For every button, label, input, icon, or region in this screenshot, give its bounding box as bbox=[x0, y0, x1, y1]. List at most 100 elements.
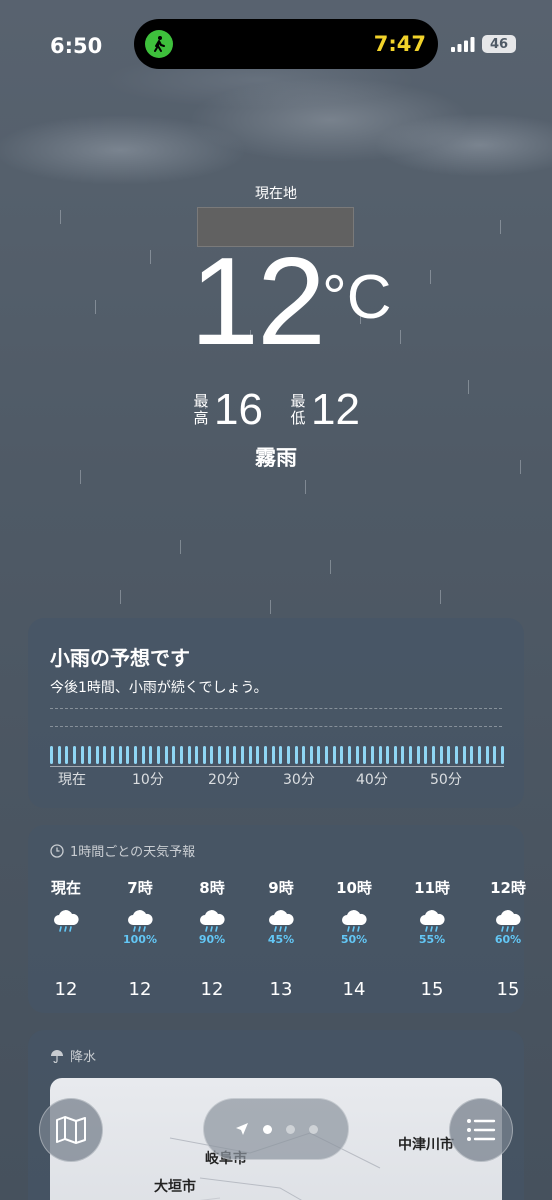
precip-bar bbox=[485, 746, 489, 764]
precip-bar bbox=[172, 746, 176, 764]
hour-time: 現在 bbox=[50, 879, 81, 897]
location-pager[interactable] bbox=[203, 1098, 349, 1160]
precip-bar bbox=[454, 746, 458, 764]
precip-bar bbox=[347, 746, 351, 764]
umbrella-icon bbox=[51, 1049, 63, 1063]
weather-condition: 霧雨 bbox=[255, 446, 297, 470]
precip-card-subtitle: 今後1時間、小雨が続くでしょう。 bbox=[50, 680, 268, 696]
hour-time: 9時 bbox=[268, 879, 294, 897]
hour-time: 7時 bbox=[127, 879, 153, 897]
precip-bar bbox=[477, 746, 481, 764]
rain-streak bbox=[500, 220, 501, 234]
rain-streak bbox=[430, 270, 431, 284]
precip-bar bbox=[248, 746, 252, 764]
rain-cloud-icon bbox=[496, 910, 521, 932]
hour-column: 7時 100% 12 bbox=[110, 877, 170, 1000]
rain-cloud-icon bbox=[420, 910, 445, 932]
axis-label-10: 10分 bbox=[132, 772, 164, 788]
list-icon bbox=[467, 1119, 496, 1141]
hour-column: 12時 60% 15 bbox=[478, 877, 538, 1000]
hour-weather: 60% bbox=[478, 910, 538, 946]
precip-bar bbox=[187, 746, 191, 764]
precip-bar bbox=[439, 746, 443, 764]
precip-bar bbox=[302, 746, 306, 764]
precip-bar bbox=[340, 746, 344, 764]
precip-bar bbox=[401, 746, 405, 764]
walking-icon bbox=[145, 30, 173, 58]
rain-streak bbox=[180, 540, 181, 554]
map-label-ogaki: 大垣市 bbox=[154, 1179, 196, 1195]
precip-chance: 60% bbox=[494, 933, 522, 946]
temperature-unit: °C bbox=[322, 263, 392, 332]
hourly-forecast-card[interactable]: 1時間ごとの天気予報 現在 12 7時 100% 12 8時 90% 12 9時 45% 13 10時… bbox=[28, 825, 526, 1013]
precip-bar bbox=[57, 746, 61, 764]
precip-bar bbox=[332, 746, 336, 764]
axis-label-40: 40分 bbox=[356, 772, 388, 788]
precip-chance: 50% bbox=[340, 933, 368, 946]
precip-bar bbox=[233, 746, 237, 764]
chart-gridline bbox=[50, 708, 502, 709]
hour-temp: 12 bbox=[200, 979, 224, 1000]
rain-streak bbox=[305, 480, 306, 494]
hour-weather: 55% bbox=[402, 910, 462, 946]
page-dot[interactable] bbox=[285, 1124, 295, 1134]
hour-temp: 15 bbox=[420, 979, 444, 1000]
hour-time: 10時 bbox=[336, 879, 372, 897]
precip-bar bbox=[218, 746, 222, 764]
chart-gridline bbox=[50, 726, 502, 727]
map-label-nakatsugawa: 中津川市 bbox=[398, 1137, 454, 1153]
page-dot[interactable] bbox=[308, 1124, 318, 1134]
precip-bar bbox=[126, 746, 130, 764]
rain-streak bbox=[120, 590, 121, 604]
rain-streak bbox=[400, 330, 401, 344]
precip-card-title: 小雨の予想です bbox=[50, 646, 190, 670]
precip-bar bbox=[103, 746, 107, 764]
low-value: 12 bbox=[311, 385, 360, 434]
rain-streak bbox=[80, 470, 81, 484]
hour-column: 8時 90% 12 bbox=[182, 877, 242, 1000]
precip-bar bbox=[309, 746, 313, 764]
hourly-header-label: 1時間ごとの天気予報 bbox=[70, 845, 196, 860]
hour-time: 11時 bbox=[414, 879, 450, 897]
precip-bar bbox=[286, 746, 290, 764]
rain-cloud-icon bbox=[128, 910, 153, 932]
precip-bar bbox=[164, 746, 168, 764]
hour-temp: 12 bbox=[54, 979, 78, 1000]
precip-bar bbox=[294, 746, 298, 764]
dynamic-island[interactable]: 7:47 bbox=[134, 19, 438, 69]
low-temperature: 最低 12 bbox=[289, 385, 360, 435]
precip-bar bbox=[355, 746, 359, 764]
next-hour-precip-card[interactable]: 小雨の予想です 今後1時間、小雨が続くでしょう。 現在 10分 20分 30分 … bbox=[28, 618, 524, 808]
map-button[interactable] bbox=[39, 1098, 103, 1162]
rain-streak bbox=[330, 560, 331, 574]
hourly-header: 1時間ごとの天気予報 bbox=[50, 841, 195, 860]
precip-bar bbox=[134, 746, 138, 764]
hour-time: 12時 bbox=[490, 879, 526, 897]
precip-bar bbox=[149, 746, 153, 764]
precip-bar bbox=[386, 746, 390, 764]
hour-column: 10時 50% 14 bbox=[324, 877, 384, 1000]
precip-bar bbox=[80, 746, 84, 764]
hour-weather bbox=[36, 910, 96, 946]
precip-bar bbox=[370, 746, 374, 764]
precip-bar bbox=[325, 746, 329, 764]
hour-column: 11時 55% 15 bbox=[402, 877, 462, 1000]
low-label: 最低 bbox=[290, 392, 306, 427]
high-value: 16 bbox=[214, 385, 263, 434]
hour-column: 9時 45% 13 bbox=[251, 877, 311, 1000]
precip-bar bbox=[424, 746, 428, 764]
high-label: 最高 bbox=[193, 392, 209, 427]
hour-weather: 100% bbox=[110, 910, 170, 946]
precip-bar bbox=[95, 746, 99, 764]
precip-bar bbox=[263, 746, 267, 764]
live-activity-time: 7:47 bbox=[373, 32, 426, 56]
precip-bar bbox=[202, 746, 206, 764]
battery-icon: 46 bbox=[482, 35, 516, 53]
precip-chance: 55% bbox=[418, 933, 446, 946]
locations-list-button[interactable] bbox=[449, 1098, 513, 1162]
precip-bar bbox=[141, 746, 145, 764]
page-dot[interactable] bbox=[262, 1124, 272, 1134]
hour-temp: 12 bbox=[128, 979, 152, 1000]
precip-bar bbox=[447, 746, 451, 764]
axis-label-50: 50分 bbox=[430, 772, 462, 788]
